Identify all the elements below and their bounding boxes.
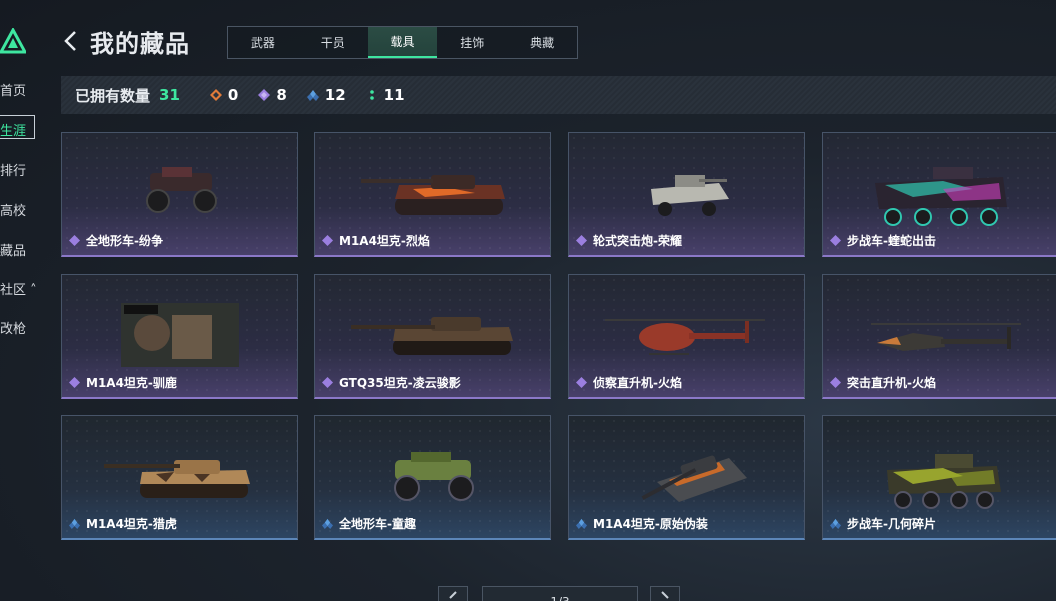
atv-icon	[394, 452, 474, 501]
chevron-right-icon	[661, 591, 669, 599]
purple-diamond-icon	[69, 377, 80, 388]
collection-card[interactable]: 步战车-几何碎片	[822, 415, 1056, 540]
tab-weapons[interactable]: 武器	[228, 27, 298, 58]
blue-diamond-icon	[576, 518, 587, 529]
item-name: 全地形车-童趣	[339, 517, 416, 531]
category-tabs: 武器 干员 载具 挂饰 典藏	[227, 26, 578, 59]
card-label: GTQ35坦克-凌云骏影	[322, 374, 461, 391]
ifv-icon	[887, 454, 1001, 509]
rarity-count-value: 12	[324, 86, 346, 104]
tab-vehicles[interactable]: 载具	[367, 27, 438, 58]
nav-item-ranking[interactable]: 排行	[0, 160, 26, 179]
card-label: 侦察直升机-火焰	[576, 374, 682, 391]
rarity-count-value: 8	[276, 86, 287, 104]
purple-diamond-icon	[576, 235, 587, 246]
video-thumbnail-icon	[121, 303, 239, 367]
nav-item-career[interactable]: 生涯	[0, 120, 26, 139]
chevron-left-icon	[449, 591, 457, 599]
purple-diamond-icon	[258, 89, 271, 101]
collection-card[interactable]: 突击直升机-火焰	[822, 274, 1056, 399]
collection-card[interactable]: 轮式突击炮-荣耀	[568, 132, 805, 257]
assault-vehicle-icon	[651, 175, 729, 216]
card-label: M1A4坦克-原始伪装	[576, 515, 708, 532]
rarity-count-green: 11	[366, 86, 405, 104]
atv-icon	[146, 167, 217, 213]
back-arrow-icon[interactable]	[62, 30, 80, 52]
card-label: M1A4坦克-驯鹿	[69, 374, 177, 391]
nav-item-community[interactable]: 社区 ˄	[0, 279, 37, 298]
item-name: 步战车-几何碎片	[847, 517, 936, 531]
item-name: 突击直升机-火焰	[847, 376, 936, 390]
tank-icon	[104, 460, 250, 498]
collection-card[interactable]: 侦察直升机-火焰	[568, 274, 805, 399]
tank-icon	[641, 455, 747, 502]
collection-card[interactable]: M1A4坦克-原始伪装	[568, 415, 805, 540]
nav-item-gunsmith[interactable]: 改枪	[0, 318, 26, 337]
collection-card[interactable]: 全地形车-纷争	[61, 132, 298, 257]
prev-page-button[interactable]	[438, 586, 468, 601]
orange-diamond-icon	[209, 89, 222, 101]
collection-card[interactable]: 步战车-蝰蛇出击	[822, 132, 1056, 257]
rarity-count-blue: 12	[306, 86, 346, 104]
purple-diamond-icon	[69, 235, 80, 246]
green-dots-icon	[369, 90, 374, 100]
owned-count-bar: 已拥有数量 31 0 8 12 11	[61, 76, 1056, 114]
page-indicator: 1/3	[482, 586, 638, 601]
tab-collection[interactable]: 典藏	[507, 27, 577, 58]
item-name: 全地形车-纷争	[86, 234, 163, 248]
sidebar: 首页 生涯 排行 高校 藏品 社区 ˄ 改枪	[0, 0, 48, 601]
page-title: 我的藏品	[90, 30, 190, 58]
item-name: M1A4坦克-驯鹿	[86, 376, 177, 390]
card-label: 轮式突击炮-荣耀	[576, 232, 682, 249]
card-label: 突击直升机-火焰	[830, 374, 936, 391]
tab-operators[interactable]: 干员	[298, 27, 368, 58]
item-name: 侦察直升机-火焰	[593, 376, 682, 390]
purple-diamond-icon	[576, 377, 587, 388]
item-name: 轮式突击炮-荣耀	[593, 234, 682, 248]
card-label: 步战车-几何碎片	[830, 515, 936, 532]
rarity-count-orange: 0	[209, 86, 239, 104]
ifv-icon	[875, 167, 1007, 226]
collection-card[interactable]: M1A4坦克-烈焰	[314, 132, 551, 257]
card-label: 步战车-蝰蛇出击	[830, 232, 936, 249]
rarity-count-value: 0	[227, 86, 239, 104]
tank-icon	[351, 317, 513, 355]
blue-diamond-icon	[322, 518, 333, 529]
nav-item-collection[interactable]: 藏品	[0, 240, 26, 259]
item-name: M1A4坦克-猎虎	[86, 517, 177, 531]
card-label: 全地形车-童趣	[322, 515, 416, 532]
blue-diamond-icon	[69, 518, 80, 529]
next-page-button[interactable]	[650, 586, 680, 601]
owned-count-total: 31	[159, 86, 180, 104]
purple-diamond-icon	[322, 377, 333, 388]
rarity-count-value: 11	[383, 86, 405, 104]
owned-count-label: 已拥有数量	[75, 86, 151, 105]
card-label: 全地形车-纷争	[69, 232, 163, 249]
item-name: M1A4坦克-烈焰	[339, 234, 430, 248]
collection-card[interactable]: 全地形车-童趣	[314, 415, 551, 540]
purple-diamond-icon	[830, 377, 841, 388]
blue-diamond-icon	[830, 518, 841, 529]
collection-card[interactable]: GTQ35坦克-凌云骏影	[314, 274, 551, 399]
nav-item-home[interactable]: 首页	[0, 80, 26, 99]
item-name: 步战车-蝰蛇出击	[847, 234, 936, 248]
collection-card[interactable]: M1A4坦克-驯鹿	[61, 274, 298, 399]
collection-card[interactable]: M1A4坦克-猎虎	[61, 415, 298, 540]
app-logo-icon	[0, 28, 26, 54]
card-label: M1A4坦克-猎虎	[69, 515, 177, 532]
tank-icon	[361, 175, 505, 215]
purple-diamond-icon	[830, 235, 841, 246]
item-name: GTQ35坦克-凌云骏影	[339, 376, 461, 390]
nav-item-campus[interactable]: 高校	[0, 200, 26, 219]
attack-helicopter-icon	[871, 323, 1021, 351]
rarity-count-purple: 8	[258, 86, 287, 104]
purple-diamond-icon	[322, 235, 333, 246]
card-label: M1A4坦克-烈焰	[322, 232, 430, 249]
blue-diamond-icon	[306, 90, 319, 101]
tab-charms[interactable]: 挂饰	[437, 27, 507, 58]
helicopter-icon	[605, 319, 765, 355]
item-name: M1A4坦克-原始伪装	[593, 517, 708, 531]
